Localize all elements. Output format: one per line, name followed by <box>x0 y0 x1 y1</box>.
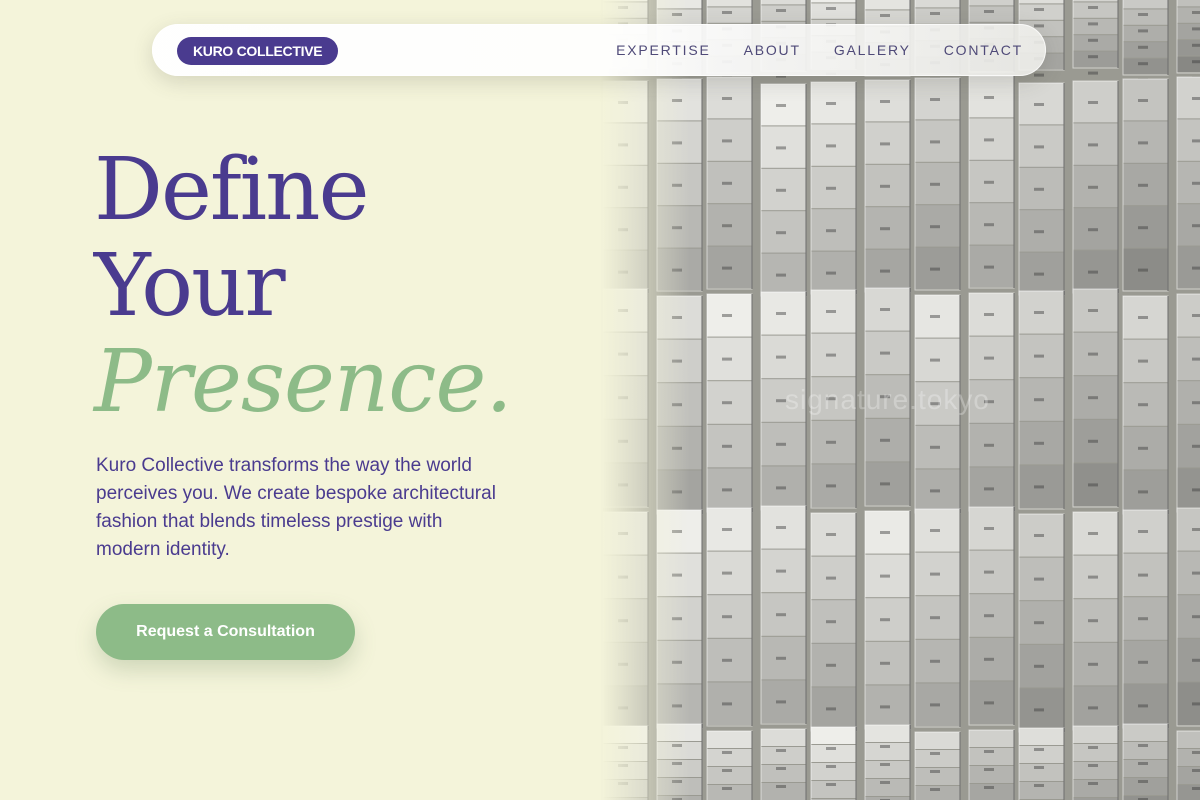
request-consultation-button[interactable]: Request a Consultation <box>96 604 355 660</box>
headline-line-2: Your <box>94 236 286 336</box>
hero-headline: Define Your Presence. <box>94 140 513 432</box>
top-navbar: KURO COLLECTIVE EXPERTISE ABOUT GALLERY … <box>152 24 1046 76</box>
headline-line-1: Define <box>94 140 369 240</box>
hero-description: Kuro Collective transforms the way the w… <box>96 455 496 560</box>
headline-line-3: Presence. <box>94 332 513 432</box>
nav-link-expertise[interactable]: EXPERTISE <box>616 42 711 58</box>
image-watermark: signature.tokyo <box>785 384 990 415</box>
nav-links: EXPERTISE ABOUT GALLERY CONTACT <box>583 24 1023 76</box>
brand-logo[interactable]: KURO COLLECTIVE <box>177 37 339 65</box>
nav-link-contact[interactable]: CONTACT <box>944 42 1023 58</box>
nav-link-gallery[interactable]: GALLERY <box>834 42 911 58</box>
nav-link-about[interactable]: ABOUT <box>744 42 801 58</box>
photo-fade-overlay <box>600 0 690 800</box>
